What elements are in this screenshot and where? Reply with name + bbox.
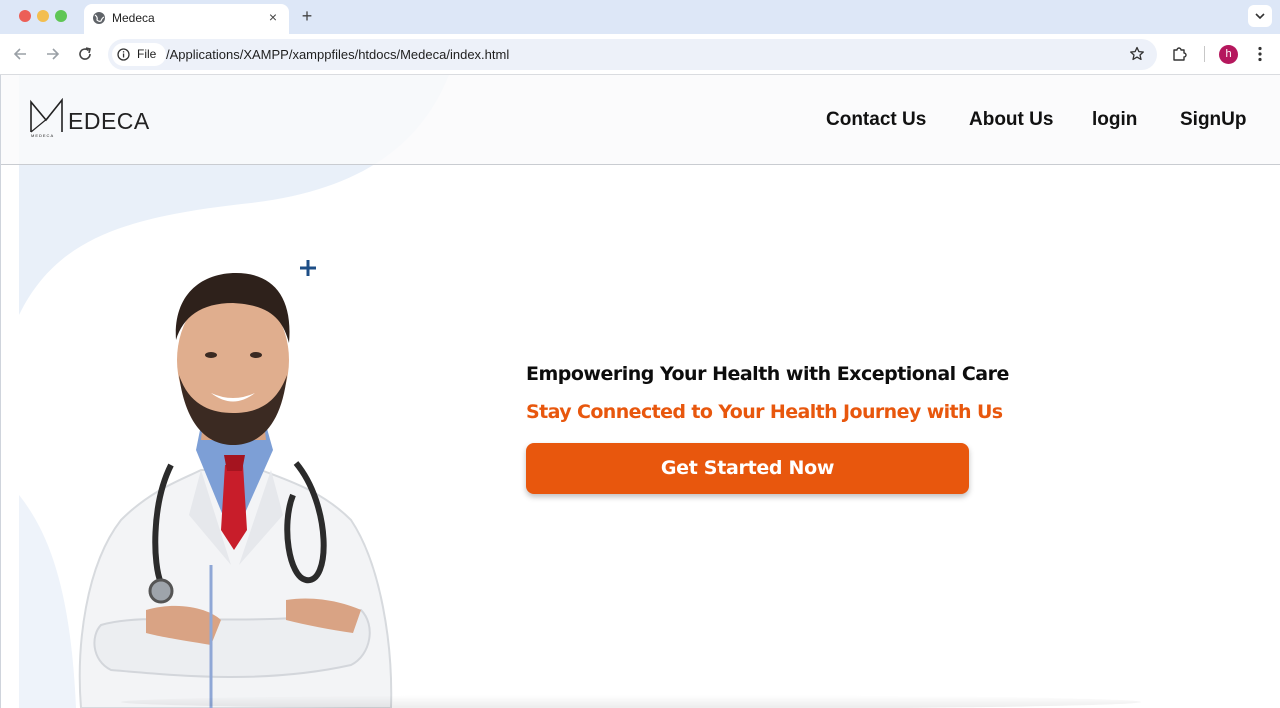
new-tab-button[interactable]: + [298,6,316,26]
globe-icon [93,12,105,24]
doctor-image [78,273,393,708]
browser-tab[interactable]: Medeca × [84,4,289,34]
profile-avatar[interactable]: h [1219,45,1238,64]
info-icon [117,48,130,61]
site-header: EDECA MEDECA Contact Us About Us login S… [1,75,1280,165]
reload-icon[interactable] [75,44,95,64]
nav-about-us[interactable]: About Us [969,109,1053,131]
url-text[interactable]: /Applications/XAMPP/xamppfiles/htdocs/Me… [166,47,509,62]
chevron-down-icon [1255,13,1265,20]
more-options-icon[interactable] [1251,45,1269,63]
maximize-window-button[interactable] [55,10,67,22]
site-info-chip[interactable]: File [112,43,166,66]
web-page: EDECA MEDECA Contact Us About Us login S… [0,75,1280,708]
extensions-puzzle-icon[interactable] [1171,44,1189,62]
hero-subtitle: Stay Connected to Your Health Journey wi… [526,401,1003,423]
tab-search-button[interactable] [1248,5,1272,27]
tab-title: Medeca [112,11,155,25]
section-shadow [121,695,1141,708]
minimize-window-button[interactable] [37,10,49,22]
site-chip-label: File [137,47,157,61]
browser-toolbar: File /Applications/XAMPP/xamppfiles/htdo… [0,34,1280,75]
forward-arrow-icon[interactable] [42,44,62,64]
hero-title: Empowering Your Health with Exceptional … [526,363,1009,385]
close-window-button[interactable] [19,10,31,22]
close-tab-icon[interactable]: × [265,9,281,25]
logo-subtext: MEDECA [31,133,55,138]
bookmark-star-icon[interactable] [1129,46,1145,62]
nav-contact-us[interactable]: Contact Us [826,109,926,131]
back-arrow-icon[interactable] [11,44,31,64]
address-bar[interactable]: File /Applications/XAMPP/xamppfiles/htdo… [108,39,1157,70]
nav-login[interactable]: login [1092,109,1137,131]
medeca-logo[interactable]: EDECA MEDECA [28,98,149,140]
toolbar-divider [1204,46,1205,62]
browser-tab-bar: Medeca × + [0,0,1280,34]
get-started-button[interactable]: Get Started Now [526,443,969,494]
nav-signup[interactable]: SignUp [1180,109,1247,131]
logo-text: EDECA [68,108,150,134]
